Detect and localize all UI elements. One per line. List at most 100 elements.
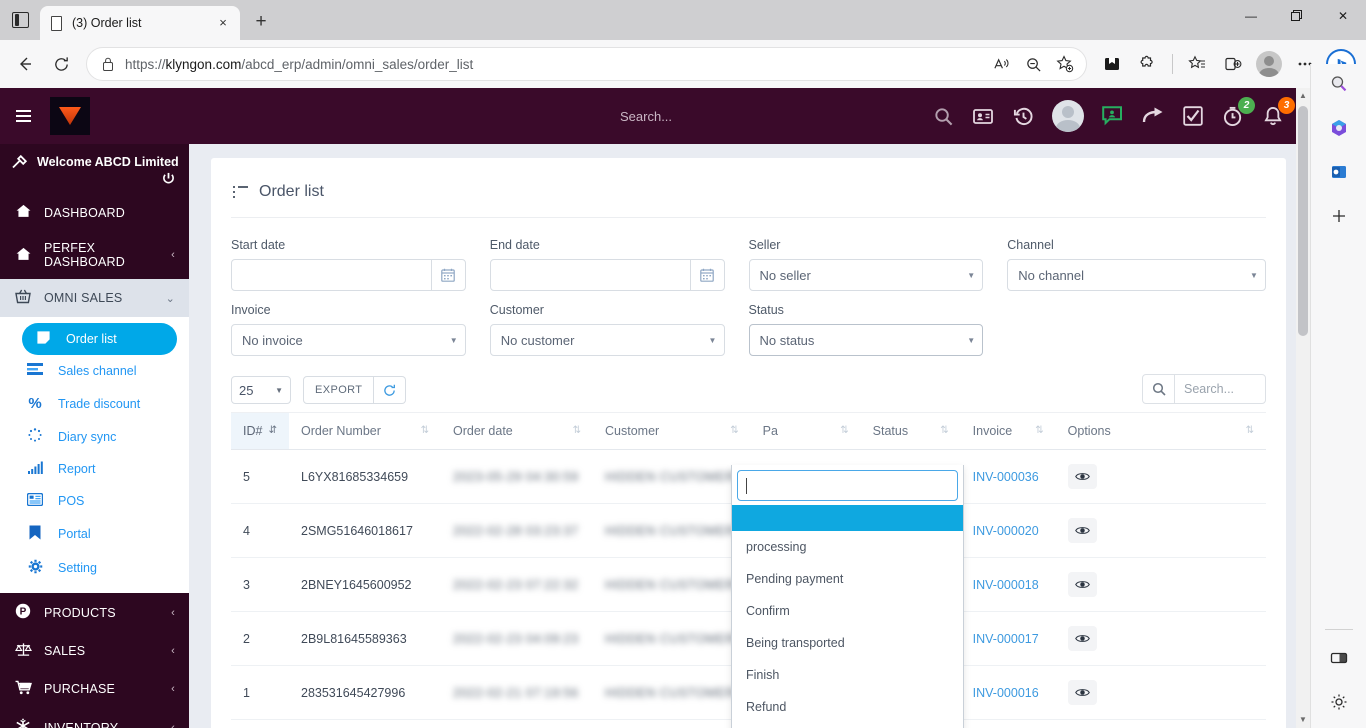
sidebar-item-sales[interactable]: SALES ‹ <box>0 632 189 670</box>
column-invoice[interactable]: Invoice ⇅ <box>960 412 1056 450</box>
refresh-button[interactable] <box>374 376 407 404</box>
table-search-input[interactable]: Search... <box>1175 375 1265 403</box>
view-order-button[interactable] <box>1067 464 1097 489</box>
status-option[interactable]: Pending payment <box>732 563 963 595</box>
address-bar[interactable]: https://klyngon.com/abcd_erp/admin/omni_… <box>86 47 1087 81</box>
status-option[interactable] <box>732 505 963 531</box>
page-length-select[interactable]: 25 ▼ <box>231 376 291 404</box>
column-options[interactable]: Options ⇅ <box>1055 412 1266 450</box>
status-option[interactable]: Confirm <box>732 595 963 627</box>
table-search[interactable]: Search... <box>1142 374 1266 404</box>
bell-icon[interactable]: 3 <box>1262 97 1295 127</box>
sidebar-item-portal[interactable]: Portal <box>0 517 189 551</box>
notification-badge: 3 <box>1278 97 1295 114</box>
close-window-button[interactable]: ✕ <box>1320 0 1366 32</box>
browser-tab[interactable]: (3) Order list × <box>40 6 240 40</box>
status-select[interactable]: No status ▼ <box>748 324 984 356</box>
sidebar-item-sales-channel[interactable]: Sales channel <box>0 355 189 387</box>
sidebar-item-dashboard[interactable]: DASHBOARD <box>0 194 189 231</box>
maximize-button[interactable] <box>1274 0 1320 32</box>
sidebar-item-order-list[interactable]: Order list <box>22 323 177 355</box>
header-search-input[interactable]: Search... <box>620 88 672 144</box>
sidebar-item-perfex-dashboard[interactable]: PERFEX DASHBOARD ‹ <box>0 231 189 279</box>
reload-button[interactable] <box>44 47 78 81</box>
page-scrollbar[interactable]: ▲ ▼ <box>1296 88 1310 728</box>
menu-toggle-button[interactable] <box>0 115 46 117</box>
invoice-link[interactable]: INV-000036 <box>973 470 1039 484</box>
extensions-icon[interactable] <box>1131 47 1165 81</box>
column-order-number[interactable]: Order Number ⇅ <box>289 412 441 450</box>
status-option[interactable]: Being transported <box>732 627 963 659</box>
calendar-icon[interactable] <box>689 260 724 290</box>
settings-gear-icon[interactable] <box>1323 686 1355 718</box>
sidebar-subitem-label: Setting <box>58 561 97 575</box>
status-option[interactable]: Finish <box>732 659 963 691</box>
channel-select[interactable]: No channel ▼ <box>1007 259 1266 291</box>
sidebar-item-diary-sync[interactable]: Diary sync <box>0 420 189 453</box>
view-order-button[interactable] <box>1067 572 1097 597</box>
status-dropdown-search-input[interactable] <box>737 470 958 501</box>
add-app-button[interactable] <box>1323 200 1355 232</box>
status-option[interactable]: Refund <box>732 691 963 723</box>
todo-icon[interactable] <box>1182 105 1204 127</box>
search-icon[interactable] <box>932 105 954 127</box>
add-favorite-icon[interactable] <box>1050 49 1080 79</box>
sidebar-item-inventory[interactable]: INVENTORY ‹ <box>0 708 189 728</box>
status-option[interactable]: processing <box>732 531 963 563</box>
sidebar-item-purchase[interactable]: PURCHASE ‹ <box>0 670 189 708</box>
user-avatar[interactable] <box>1052 100 1084 132</box>
message-icon[interactable] <box>1102 105 1124 127</box>
seller-select[interactable]: No seller ▼ <box>748 259 984 291</box>
sidebar-item-trade-discount[interactable]: % Trade discount <box>0 387 189 420</box>
invoice-link[interactable]: INV-000016 <box>973 686 1039 700</box>
profile-icon[interactable] <box>1252 47 1286 81</box>
status-option[interactable]: Lie <box>732 723 963 728</box>
logout-button[interactable] <box>0 172 189 194</box>
invoice-link[interactable]: INV-000017 <box>973 632 1039 646</box>
scroll-up-arrow[interactable]: ▲ <box>1296 88 1310 104</box>
share-icon[interactable] <box>1142 105 1164 127</box>
favorites-icon[interactable] <box>1180 47 1214 81</box>
view-order-button[interactable] <box>1067 680 1097 705</box>
view-order-button[interactable] <box>1067 626 1097 651</box>
sidebar-item-report[interactable]: Report <box>0 453 189 485</box>
sidebar-search-icon[interactable] <box>1323 68 1355 100</box>
filter-seller: Seller No seller ▼ <box>748 238 1008 291</box>
sidebar-item-setting[interactable]: Setting <box>0 551 189 585</box>
column-status[interactable]: Status ⇅ <box>860 412 961 450</box>
export-button[interactable]: EXPORT <box>303 376 375 404</box>
timer-icon[interactable]: 2 <box>1222 97 1255 127</box>
back-button[interactable] <box>8 47 42 81</box>
sidebar-item-pos[interactable]: POS <box>0 485 189 517</box>
collections-icon[interactable] <box>1095 47 1129 81</box>
column-id[interactable]: ID# ⇵ <box>231 412 289 450</box>
contact-card-icon[interactable] <box>972 105 994 127</box>
invoice-link[interactable]: INV-000020 <box>973 524 1039 538</box>
column-order-date[interactable]: Order date ⇅ <box>441 412 593 450</box>
split-pane-icon[interactable] <box>1323 642 1355 674</box>
tab-actions-button[interactable] <box>0 0 40 40</box>
start-date-input[interactable] <box>231 259 466 291</box>
minimize-button[interactable]: — <box>1228 0 1274 32</box>
zoom-out-icon[interactable] <box>1018 49 1048 79</box>
end-date-input[interactable] <box>489 259 725 291</box>
calendar-icon[interactable] <box>430 260 465 290</box>
scrollbar-thumb[interactable] <box>1298 106 1308 336</box>
customer-select[interactable]: No customer ▼ <box>489 324 725 356</box>
sidebar-item-omni-sales[interactable]: OMNI SALES ⌄ <box>0 279 189 317</box>
invoice-link[interactable]: INV-000018 <box>973 578 1039 592</box>
history-icon[interactable] <box>1012 105 1034 127</box>
invoice-select[interactable]: No invoice ▼ <box>231 324 466 356</box>
outlook-icon[interactable] <box>1323 156 1355 188</box>
view-order-button[interactable] <box>1067 518 1097 543</box>
column-customer[interactable]: Customer ⇅ <box>593 412 751 450</box>
microsoft-365-icon[interactable] <box>1323 112 1355 144</box>
column-payment[interactable]: Pa ⇅ <box>750 412 861 450</box>
split-screen-icon[interactable] <box>1216 47 1250 81</box>
read-aloud-icon[interactable] <box>986 49 1016 79</box>
app-logo[interactable] <box>50 97 90 135</box>
new-tab-button[interactable]: + <box>246 7 276 37</box>
sidebar-item-products[interactable]: P PRODUCTS ‹ <box>0 593 189 632</box>
scroll-down-arrow[interactable]: ▼ <box>1296 712 1310 728</box>
tab-close-button[interactable]: × <box>214 14 232 32</box>
